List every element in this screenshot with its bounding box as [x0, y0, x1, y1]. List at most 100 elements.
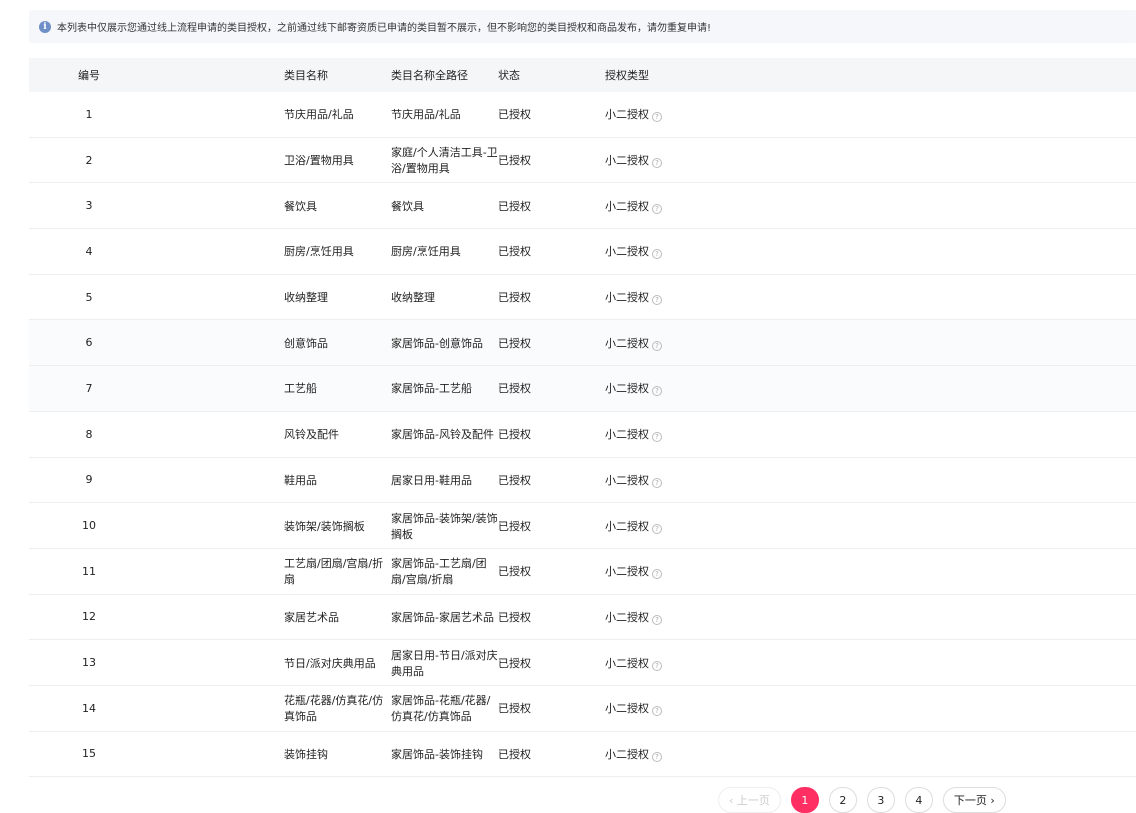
cell-auth-type: 小二授权? — [470, 243, 1136, 260]
cell-auth-type: 小二授权? — [470, 700, 1136, 717]
cell-auth-type: 小二授权? — [470, 518, 1136, 534]
table-row: 15 装饰挂钩 家居饰品-装饰挂钩 已授权 小二授权? — [29, 732, 1136, 778]
cell-auth-type: 小二授权? — [470, 289, 1136, 306]
cell-auth-type: 小二授权? — [470, 152, 1136, 169]
cell-auth-type: 小二授权? — [470, 472, 1136, 488]
header-auth-type: 授权类型 — [605, 69, 649, 82]
cell-id: 5 — [29, 291, 149, 304]
cell-id: 4 — [29, 245, 149, 258]
help-icon[interactable]: ? — [652, 295, 662, 306]
cell-auth-type: 小二授权? — [470, 746, 1136, 762]
cell-auth-type-text: 小二授权 — [605, 656, 649, 670]
table-row: 1 节庆用品/礼品 节庆用品/礼品 已授权 小二授权? — [29, 92, 1136, 138]
help-icon[interactable]: ? — [652, 660, 662, 671]
page-button-4[interactable]: 4 — [904, 787, 933, 813]
cell-id-text: 10 — [82, 519, 96, 533]
table-row: 4 厨房/烹饪用具 厨房/烹饪用具 已授权 小二授权? — [29, 229, 1136, 275]
cell-id-text: 4 — [85, 244, 93, 258]
cell-auth-type-text: 小二授权 — [605, 747, 649, 761]
cell-id: 14 — [29, 702, 149, 715]
cell-id-text: 9 — [85, 473, 93, 487]
pagination: ‹ 上一页 1 2 3 4 下一页 › — [718, 787, 1006, 813]
page-button-2[interactable]: 2 — [828, 787, 857, 813]
table-row: 7 工艺船 家居饰品-工艺船 已授权 小二授权? — [29, 366, 1136, 412]
help-icon[interactable]: ? — [652, 614, 662, 625]
cell-auth-type: 小二授权? — [470, 655, 1136, 671]
cell-auth-type: 小二授权? — [470, 198, 1136, 214]
cell-auth-type-text: 小二授权 — [605, 199, 649, 213]
cell-auth-type-text: 小二授权 — [605, 702, 649, 716]
cell-id-text: 2 — [85, 153, 93, 167]
cell-id: 3 — [29, 199, 149, 212]
help-icon[interactable]: ? — [652, 523, 662, 534]
table-row: 5 收纳整理 收纳整理 已授权 小二授权? — [29, 275, 1136, 321]
cell-id: 8 — [29, 428, 149, 441]
info-icon: i — [39, 20, 51, 33]
cell-id-text: 14 — [82, 701, 96, 715]
cell-id: 12 — [29, 610, 149, 623]
cell-id-text: 13 — [82, 656, 96, 670]
next-page-button[interactable]: 下一页 › — [942, 787, 1006, 813]
table-row: 11 工艺扇/团扇/宫扇/折扇 家居饰品-工艺扇/团扇/宫扇/折扇 已授权 小二授权? — [29, 549, 1136, 595]
cell-id: 15 — [29, 747, 149, 760]
table-row: 12 家居艺术品 家居饰品-家居艺术品 已授权 小二授权? — [29, 595, 1136, 641]
cell-id-text: 7 — [85, 381, 93, 395]
help-icon[interactable]: ? — [652, 249, 662, 260]
page-button-1[interactable]: 1 — [790, 787, 819, 813]
cell-auth-type: 小二授权? — [470, 609, 1136, 625]
cell-auth-type-text: 小二授权 — [605, 291, 649, 305]
cell-id-text: 15 — [82, 747, 96, 761]
help-icon[interactable]: ? — [652, 386, 662, 397]
table-row: 14 花瓶/花器/仿真花/仿真饰品 家居饰品-花瓶/花器/仿真花/仿真饰品 已授权 小二… — [29, 686, 1136, 732]
cell-auth-type-text: 小二授权 — [605, 336, 649, 350]
help-icon[interactable]: ? — [652, 340, 662, 351]
cell-auth-type-text: 小二授权 — [605, 519, 649, 533]
cell-id-text: 3 — [85, 199, 93, 213]
help-icon[interactable]: ? — [652, 751, 662, 762]
help-icon[interactable]: ? — [652, 432, 662, 443]
cell-auth-type: 小二授权? — [470, 380, 1136, 397]
cell-id: 2 — [29, 154, 149, 167]
table-row: 2 卫浴/置物用具 家庭/个人清洁工具-卫浴/置物用具 已授权 小二授权? — [29, 138, 1136, 184]
table-row: 3 餐饮具 餐饮具 已授权 小二授权? — [29, 183, 1136, 230]
header-id: 编号 — [78, 69, 100, 82]
cell-id-text: 12 — [82, 610, 96, 624]
table-row: 13 节日/派对庆典用品 居家日用-节日/派对庆典用品 已授权 小二授权? — [29, 640, 1136, 686]
help-icon[interactable]: ? — [652, 203, 662, 214]
cell-id-text: 6 — [85, 336, 93, 350]
cell-auth-type-text: 小二授权 — [605, 428, 649, 442]
cell-auth-type-text: 小二授权 — [605, 565, 649, 579]
table-row: 9 鞋用品 居家日用-鞋用品 已授权 小二授权? — [29, 458, 1136, 504]
table-row: 10 装饰架/装饰搁板 家居饰品-装饰架/装饰搁板 已授权 小二授权? — [29, 503, 1136, 549]
help-icon[interactable]: ? — [652, 112, 662, 123]
help-icon[interactable]: ? — [652, 477, 662, 488]
cell-auth-type-text: 小二授权 — [605, 245, 649, 259]
prev-page-button[interactable]: ‹ 上一页 — [718, 787, 781, 813]
cell-auth-type-text: 小二授权 — [605, 382, 649, 396]
table-row: 8 风铃及配件 家居饰品-风铃及配件 已授权 小二授权? — [29, 412, 1136, 458]
cell-auth-type: 小二授权? — [470, 563, 1136, 580]
cell-auth-type-text: 小二授权 — [605, 108, 649, 122]
table-header: 编号 类目名称 类目名称全路径 状态 授权类型 — [29, 58, 1136, 92]
cell-id: 1 — [29, 108, 149, 121]
cell-id-text: 5 — [85, 290, 93, 304]
cell-id: 9 — [29, 473, 149, 486]
cell-id: 13 — [29, 656, 149, 669]
page-button-3[interactable]: 3 — [866, 787, 895, 813]
cell-auth-type: 小二授权? — [470, 106, 1136, 123]
cell-auth-type-text: 小二授权 — [605, 610, 649, 624]
help-icon[interactable]: ? — [652, 158, 662, 169]
help-icon[interactable]: ? — [652, 569, 662, 580]
cell-id: 11 — [29, 565, 149, 578]
cell-auth-type: 小二授权? — [470, 335, 1136, 351]
help-icon[interactable]: ? — [652, 706, 662, 717]
cell-id-text: 8 — [85, 427, 93, 441]
cell-auth-type-text: 小二授权 — [605, 154, 649, 168]
notice-bar: i 本列表中仅展示您通过线上流程申请的类目授权，之前通过线下邮寄资质已申请的类目… — [29, 10, 1136, 43]
table-row: 6 创意饰品 家居饰品-创意饰品 已授权 小二授权? — [29, 320, 1136, 367]
cell-id: 10 — [29, 519, 149, 532]
category-table: 编号 类目名称 类目名称全路径 状态 授权类型 1 节庆用品/礼品 节庆用品/礼品已… — [29, 58, 1136, 778]
cell-id: 6 — [29, 336, 149, 349]
notice-text: 本列表中仅展示您通过线上流程申请的类目授权，之前通过线下邮寄资质已申请的类目暂不… — [57, 23, 712, 34]
cell-id-text: 1 — [85, 107, 93, 121]
